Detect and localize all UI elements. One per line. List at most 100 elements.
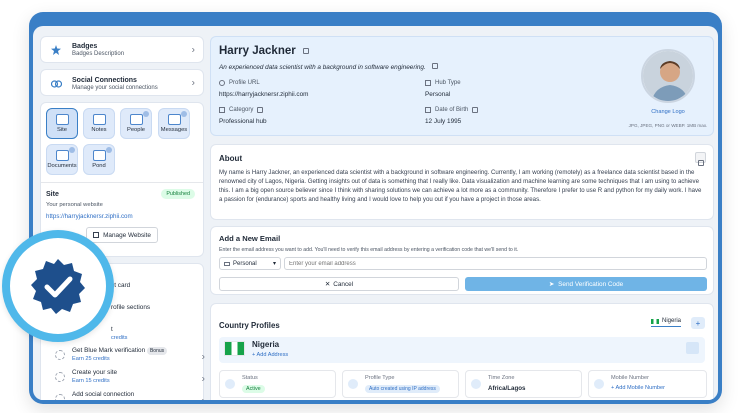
dob-value: 12 July 1995	[425, 118, 462, 125]
send-verification-button[interactable]: ➤ Send Verification Code	[465, 277, 707, 291]
send-label: Send Verification Code	[558, 280, 624, 288]
status-badge: Published	[161, 189, 195, 199]
add-address-link[interactable]: + Add Address	[252, 352, 288, 358]
task-item[interactable]: Get Blue Mark verification Bonus Earn 25…	[55, 347, 205, 367]
tile-messages[interactable]: Messages	[158, 108, 190, 139]
badges-title: Badges	[72, 43, 98, 50]
chevron-right-icon: ›	[201, 351, 205, 363]
lock-icon	[69, 147, 75, 153]
profile-url-label: Profile URL	[219, 80, 309, 86]
site-subtitle: Your personal website	[46, 202, 103, 208]
sidebar-badges[interactable]: Badges Badges Description ›	[40, 36, 204, 63]
category-value: Professional hub	[219, 118, 267, 125]
app-window: Badges Badges Description › Social Conne…	[33, 26, 718, 400]
badges-subtitle: Badges Description	[72, 51, 125, 57]
hub-type-label: Hub Type	[425, 80, 461, 86]
profile-header: Harry Jackner An experienced data scient…	[210, 36, 714, 136]
badge-icon	[48, 42, 64, 58]
time-zone-label: Time Zone	[488, 375, 515, 381]
change-logo-link[interactable]: Change Logo	[641, 109, 695, 115]
mobile-number-field: Mobile Number + Add Mobile Number	[588, 370, 707, 398]
pending-icon	[55, 350, 65, 360]
edit-icon[interactable]	[257, 107, 264, 113]
manage-website-label: Manage Website	[103, 231, 151, 239]
chevron-right-icon: ›	[202, 396, 205, 401]
category-icon	[219, 107, 225, 113]
avatar-photo	[643, 51, 693, 101]
tile-pond[interactable]: Pond	[83, 144, 115, 175]
hub-type-value: Personal	[425, 91, 451, 98]
phone-icon	[594, 379, 604, 389]
tile-messages-label: Messages	[160, 127, 188, 133]
tile-notes[interactable]: Notes	[83, 108, 115, 139]
nigeria-flag-icon	[650, 318, 659, 324]
profile-name: Harry Jackner	[219, 45, 296, 57]
site-icon	[55, 114, 69, 125]
time-zone-field: Time Zone Africa/Lagos	[465, 370, 582, 398]
avatar[interactable]	[641, 49, 695, 103]
divider	[41, 182, 203, 183]
edit-icon[interactable]	[431, 63, 438, 69]
pending-icon	[55, 394, 65, 400]
category-label: Category	[219, 107, 267, 113]
about-edit-button[interactable]	[695, 152, 706, 166]
sidebar-social-connections[interactable]: Social Connections Manage your social co…	[40, 69, 204, 96]
pending-icon	[55, 372, 65, 382]
time-zone-value: Africa/Lagos	[488, 385, 526, 392]
task-title: rofile sections	[111, 304, 151, 311]
profile-type-label: Profile Type	[365, 375, 395, 381]
profile-tagline: An experienced data scientist with a bac…	[219, 64, 426, 71]
cancel-button[interactable]: ✕ Cancel	[219, 277, 459, 291]
add-mobile-number-link[interactable]: + Add Mobile Number	[611, 385, 665, 391]
tile-documents-label: Documents	[47, 163, 77, 169]
task-credits: credits	[111, 335, 128, 341]
email-input[interactable]	[284, 257, 707, 270]
status-field: Status Active	[219, 370, 336, 398]
logo-hint: JPG, JPEG, PNG or WEBP. 1MB max.	[628, 123, 708, 128]
profile-type-field: Profile Type Auto created using IP addre…	[342, 370, 459, 398]
task-item[interactable]: Create your site Earn 15 credits ›	[55, 369, 205, 389]
edit-icon[interactable]	[302, 48, 309, 54]
country-section: Nigeria + Add Address	[219, 337, 705, 363]
task-credits: Earn 25 credits	[72, 356, 110, 362]
site-url-link[interactable]: https://harryjacknersr.ziphii.com	[46, 213, 133, 220]
edit-icon[interactable]	[472, 107, 479, 113]
about-title: About	[219, 154, 243, 163]
status-label: Status	[242, 375, 258, 381]
profile-url[interactable]: https://harryjacknersr.ziphii.com	[219, 91, 309, 98]
edit-icon	[698, 160, 704, 166]
active-badge: Active	[242, 385, 265, 393]
email-type-select[interactable]: Personal ▾	[219, 257, 281, 270]
task-title: Get Blue Mark verification Bonus	[72, 347, 168, 355]
chevron-down-icon: ▾	[272, 261, 276, 267]
notes-icon	[92, 114, 106, 125]
about-card: About My name is Harry Jackner, an exper…	[210, 144, 714, 220]
manage-website-button[interactable]: Manage Website	[86, 227, 158, 243]
country-edit-button[interactable]	[686, 342, 699, 354]
globe-icon	[348, 379, 358, 389]
country-tab-nigeria[interactable]: Nigeria	[650, 318, 681, 327]
tile-people[interactable]: People	[120, 108, 152, 139]
tile-documents[interactable]: Documents	[46, 144, 78, 175]
hub-icon	[425, 80, 431, 86]
people-icon	[129, 114, 143, 125]
calendar-icon	[425, 107, 431, 113]
country-name: Nigeria	[252, 340, 280, 349]
tile-site[interactable]: Site	[46, 108, 78, 139]
country-tab-label: Nigeria	[661, 318, 681, 324]
site-title: Site	[46, 191, 59, 198]
mail-icon	[224, 261, 230, 266]
chevron-right-icon: ›	[191, 44, 195, 55]
chevron-right-icon: ›	[191, 77, 195, 88]
globe-icon	[219, 80, 225, 86]
social-title: Social Connections	[72, 77, 137, 84]
add-country-button[interactable]: +	[691, 317, 705, 329]
email-type-value: Personal	[233, 260, 257, 267]
app-frame: Badges Badges Description › Social Conne…	[29, 12, 722, 404]
close-icon: ✕	[324, 281, 331, 288]
task-item[interactable]: Add social connection ›	[55, 391, 205, 400]
dob-label: Date of Birth	[425, 107, 479, 113]
external-link-icon	[93, 232, 100, 238]
social-subtitle: Manage your social connections	[72, 85, 158, 91]
tile-pond-label: Pond	[92, 163, 106, 169]
